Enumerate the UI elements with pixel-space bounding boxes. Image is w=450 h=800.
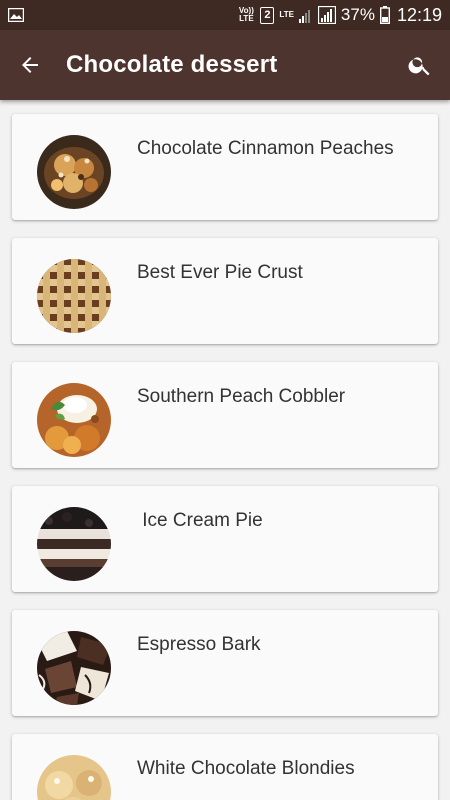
search-button[interactable]	[390, 30, 450, 100]
sim-slot-badge: 2	[260, 6, 275, 24]
recipe-list[interactable]: Chocolate Cinnamon Peaches Best Ever Pie…	[0, 100, 450, 800]
gallery-notification-icon	[8, 8, 24, 22]
clock: 12:19	[396, 4, 442, 25]
ice-cream-pie-photo-icon	[37, 507, 111, 581]
pie-crust-photo-icon	[37, 259, 111, 333]
arrow-back-icon	[22, 57, 38, 73]
recipe-title: Chocolate Cinnamon Peaches	[137, 138, 394, 159]
search-icon	[408, 57, 430, 76]
recipe-card[interactable]: Espresso Bark	[12, 610, 438, 716]
recipe-card[interactable]: Southern Peach Cobbler	[12, 362, 438, 468]
recipe-title: Best Ever Pie Crust	[137, 262, 303, 283]
signal-weak-icon	[298, 10, 310, 23]
battery-icon	[379, 6, 390, 24]
recipe-title: White Chocolate Blondies	[137, 758, 355, 779]
battery-percent: 37%	[340, 5, 375, 24]
network-type-label: LTE	[279, 10, 294, 19]
signal-strong-icon	[317, 6, 336, 24]
cobbler-photo-icon	[37, 383, 111, 457]
page-title: Chocolate dessert	[66, 51, 278, 78]
recipe-title: Espresso Bark	[137, 634, 261, 655]
recipe-title: Southern Peach Cobbler	[137, 386, 346, 407]
peaches-photo-icon	[37, 135, 111, 209]
espresso-bark-photo-icon	[37, 631, 111, 705]
volte-indicator: Vo)) LTE	[238, 6, 254, 23]
back-button[interactable]	[0, 30, 60, 100]
status-bar: Vo)) LTE 2 LTE 37% 12:19	[0, 0, 450, 30]
blondies-photo-icon	[37, 755, 111, 800]
recipe-card[interactable]: Chocolate Cinnamon Peaches	[12, 114, 438, 220]
app-bar: Chocolate dessert	[0, 30, 450, 100]
recipe-card[interactable]: White Chocolate Blondies	[12, 734, 438, 800]
recipe-card[interactable]: Best Ever Pie Crust	[12, 238, 438, 344]
recipe-card[interactable]: Ice Cream Pie	[12, 486, 438, 592]
recipe-title: Ice Cream Pie	[137, 510, 263, 531]
